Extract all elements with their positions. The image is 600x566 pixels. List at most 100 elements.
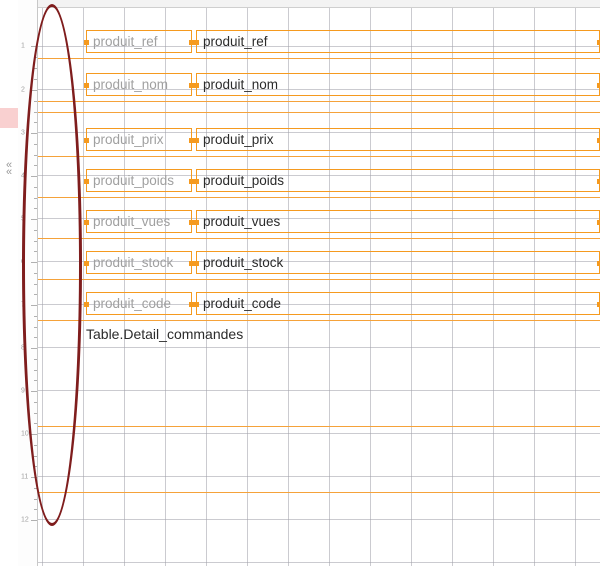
field-value[interactable]: produit_ref xyxy=(196,30,600,53)
ruler-tick-minor xyxy=(18,230,37,231)
field-label-text: produit_code xyxy=(93,296,171,311)
ruler-number: 12 xyxy=(21,517,29,524)
resize-handle[interactable] xyxy=(194,179,199,184)
ruler-tick-minor xyxy=(18,316,37,317)
ruler-tick-minor xyxy=(18,79,37,80)
selection-rule xyxy=(38,426,600,427)
ruler-tick-minor xyxy=(18,165,37,166)
ruler-tick-minor xyxy=(18,402,37,403)
field-value-text: produit_poids xyxy=(203,173,284,188)
field-value-text: produit_prix xyxy=(203,132,274,147)
field-label[interactable]: produit_nom xyxy=(86,73,192,96)
ruler-tick-minor xyxy=(18,251,37,252)
field-value-text: produit_vues xyxy=(203,214,280,229)
ruler-number: 1 xyxy=(21,43,25,50)
ruler-number: 6 xyxy=(21,259,25,266)
resize-handle[interactable] xyxy=(194,83,199,88)
resize-handle[interactable] xyxy=(84,220,89,225)
ruler-tick-minor xyxy=(18,413,37,414)
field-label-text: produit_ref xyxy=(93,34,158,49)
ruler-tick-minor xyxy=(18,68,37,69)
field-value-text: produit_ref xyxy=(203,34,268,49)
selection-rule xyxy=(38,279,600,280)
resize-handle[interactable] xyxy=(84,138,89,143)
ruler-tick-minor xyxy=(18,112,37,113)
field-label-text: produit_vues xyxy=(93,214,170,229)
vertical-ruler[interactable]: 123456789101112 xyxy=(18,0,38,566)
ruler-number: 11 xyxy=(21,474,28,481)
resize-handle[interactable] xyxy=(194,302,199,307)
field-label[interactable]: produit_stock xyxy=(86,251,192,274)
selection-rule xyxy=(38,238,600,239)
ruler-number: 2 xyxy=(21,87,25,94)
resize-handle[interactable] xyxy=(84,179,89,184)
ruler-number: 8 xyxy=(21,345,25,352)
ruler-tick-minor xyxy=(18,198,37,199)
ruler-tick-minor xyxy=(18,187,37,188)
ruler-number: 10 xyxy=(21,431,29,438)
field-value-text: produit_code xyxy=(203,296,281,311)
collapse-chevron-icon[interactable]: « « xyxy=(2,162,16,176)
field-value-text: produit_stock xyxy=(203,255,283,270)
resize-handle[interactable] xyxy=(194,138,199,143)
ruler-tick-minor xyxy=(18,327,37,328)
section-header-bar xyxy=(38,0,600,8)
selection-rule xyxy=(38,320,600,321)
field-value[interactable]: produit_code xyxy=(196,292,600,315)
gutter: « « xyxy=(0,0,18,566)
ruler-tick-minor xyxy=(18,445,37,446)
resize-handle[interactable] xyxy=(194,40,199,45)
selection-rule xyxy=(38,58,600,59)
field-value[interactable]: produit_stock xyxy=(196,251,600,274)
field-label[interactable]: produit_ref xyxy=(86,30,192,53)
ruler-tick-minor xyxy=(18,101,37,102)
selection-rule xyxy=(38,112,600,113)
subtable-caption[interactable]: Table.Detail_commandes xyxy=(86,326,243,342)
ruler-number: 7 xyxy=(21,302,25,309)
selection-rule xyxy=(38,197,600,198)
design-canvas[interactable]: produit_refproduit_refproduit_nomproduit… xyxy=(38,0,600,566)
resize-handle[interactable] xyxy=(84,83,89,88)
ruler-tick-minor xyxy=(18,122,37,123)
ruler-tick-minor xyxy=(18,380,37,381)
ruler-tick-minor xyxy=(18,370,37,371)
ruler-tick-minor xyxy=(18,57,37,58)
field-label-text: produit_prix xyxy=(93,132,164,147)
field-value-text: produit_nom xyxy=(203,77,278,92)
resize-handle[interactable] xyxy=(84,261,89,266)
ruler-number: 9 xyxy=(21,388,25,395)
ruler-tick-minor xyxy=(18,144,37,145)
field-label-text: produit_nom xyxy=(93,77,168,92)
field-label-text: produit_stock xyxy=(93,255,173,270)
ruler-tick-minor xyxy=(18,241,37,242)
ruler-number: 3 xyxy=(21,130,25,137)
field-value[interactable]: produit_prix xyxy=(196,128,600,151)
ruler-tick-minor xyxy=(18,423,37,424)
resize-handle[interactable] xyxy=(194,220,199,225)
ruler-tick-minor xyxy=(18,466,37,467)
ruler-tick-minor xyxy=(18,509,37,510)
selection-rule xyxy=(38,101,600,102)
ruler-tick-minor xyxy=(18,294,37,295)
ruler-tick-minor xyxy=(18,499,37,500)
resize-handle[interactable] xyxy=(194,261,199,266)
field-value[interactable]: produit_poids xyxy=(196,169,600,192)
ruler-tick-minor xyxy=(18,155,37,156)
ruler-tick-minor xyxy=(18,359,37,360)
field-label[interactable]: produit_prix xyxy=(86,128,192,151)
resize-handle[interactable] xyxy=(84,40,89,45)
ruler-tick-minor xyxy=(18,273,37,274)
field-label[interactable]: produit_vues xyxy=(86,210,192,233)
resize-handle[interactable] xyxy=(84,302,89,307)
field-value[interactable]: produit_nom xyxy=(196,73,600,96)
ruler-tick-minor xyxy=(18,208,37,209)
selection-rule xyxy=(38,492,600,493)
field-value[interactable]: produit_vues xyxy=(196,210,600,233)
ruler-tick-minor xyxy=(18,488,37,489)
ruler-tick-minor xyxy=(18,456,37,457)
ruler-number: 4 xyxy=(21,173,25,180)
ruler-tick-minor xyxy=(18,337,37,338)
ruler-tick-minor xyxy=(18,284,37,285)
field-label[interactable]: produit_code xyxy=(86,292,192,315)
field-label[interactable]: produit_poids xyxy=(86,169,192,192)
